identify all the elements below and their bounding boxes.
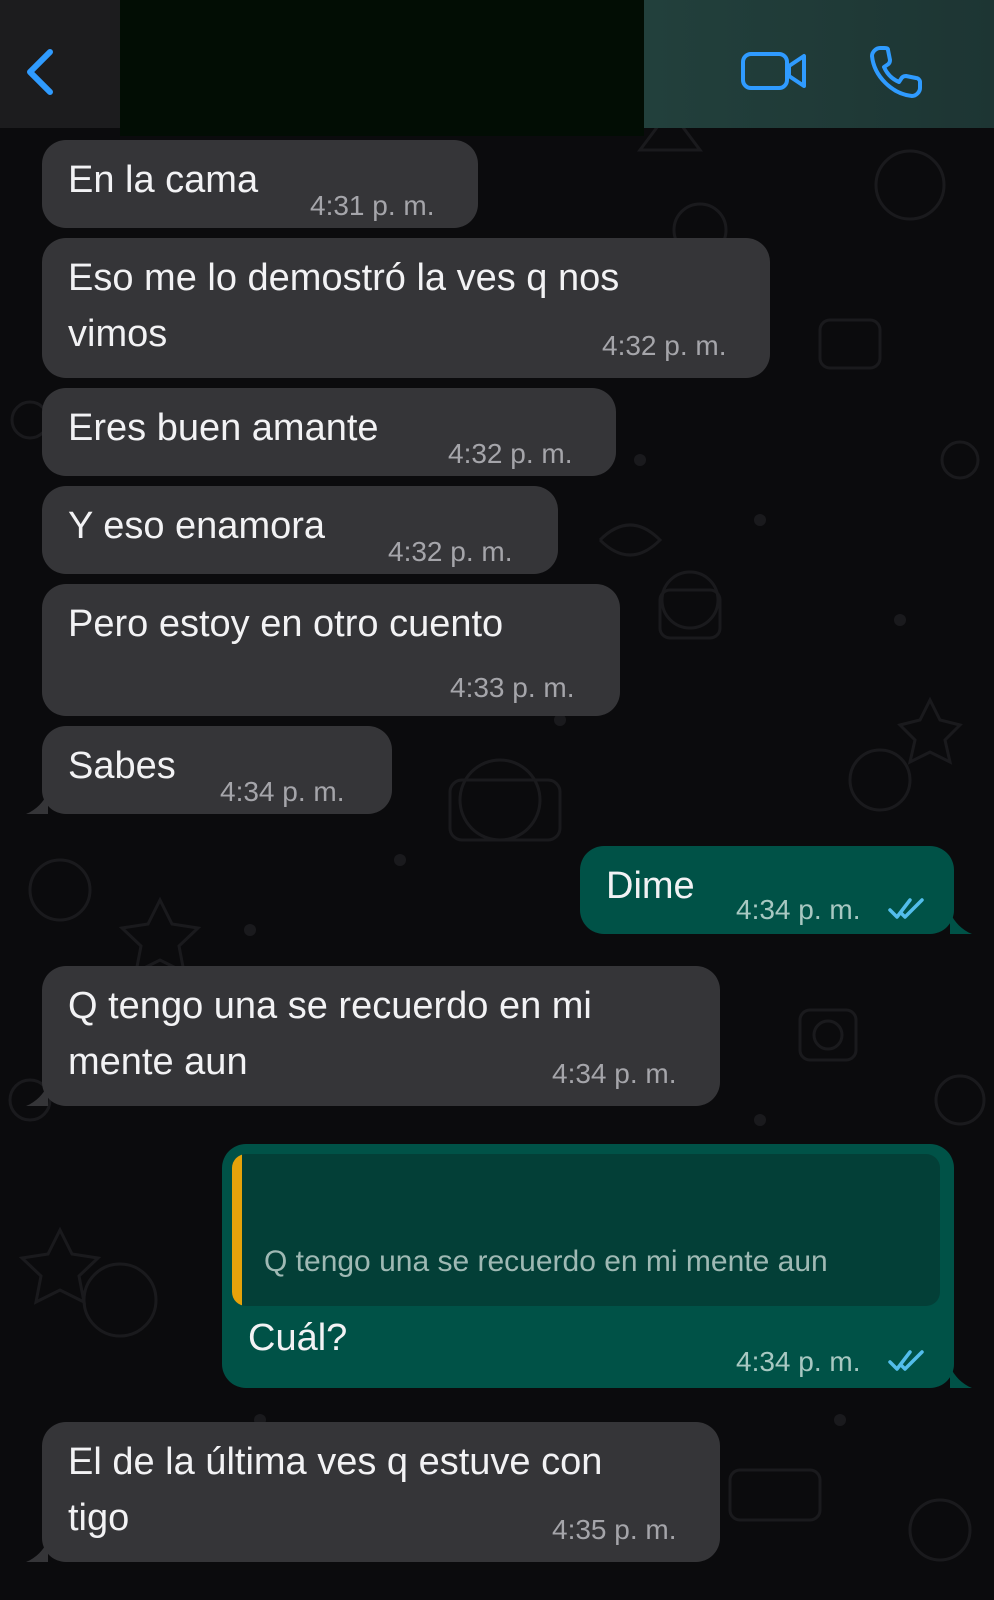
message-text: El de la última ves q estuve con tigo — [68, 1441, 603, 1539]
incoming-message[interactable]: En la cama 4:31 p. m. — [42, 140, 478, 228]
double-check-read-icon — [888, 1350, 924, 1371]
quoted-text: Q tengo una se recuerdo en mi mente aun — [264, 1245, 828, 1278]
message-list[interactable]: En la cama 4:31 p. m. Eso me lo demostró… — [0, 128, 994, 1600]
chat-header — [0, 0, 994, 136]
incoming-message[interactable]: Eres buen amante 4:32 p. m. — [42, 388, 616, 476]
chevron-left-icon[interactable] — [18, 44, 62, 100]
message-time: 4:32 p. m. — [602, 330, 727, 361]
contact-info-redacted[interactable] — [120, 0, 644, 136]
message-time: 4:34 p. m. — [552, 1058, 677, 1089]
message-time: 4:34 p. m. — [736, 1346, 861, 1377]
chat-screen: En la cama 4:31 p. m. Eso me lo demostró… — [0, 0, 994, 1600]
bubble-tail — [950, 912, 972, 934]
outgoing-message[interactable]: Dime 4:34 p. m. — [580, 846, 954, 934]
double-check-read-icon — [888, 898, 924, 919]
bubble-tail — [26, 1084, 48, 1106]
message-text: En la cama — [68, 159, 259, 201]
outgoing-reply-message[interactable]: Q tengo una se recuerdo en mi mente aun … — [222, 1144, 954, 1388]
header-right-area — [644, 0, 994, 128]
quote-accent-bar — [232, 1154, 242, 1306]
message-text: Eres buen amante — [68, 407, 379, 449]
incoming-message[interactable]: Y eso enamora 4:32 p. m. — [42, 486, 558, 574]
message-text: Cuál? — [248, 1317, 348, 1359]
incoming-message[interactable]: Q tengo una se recuerdo en mi mente aun … — [42, 966, 720, 1106]
message-text: Eso me lo demostró la ves q nos vimos — [68, 257, 620, 355]
message-text: Dime — [606, 865, 695, 907]
message-time: 4:34 p. m. — [220, 776, 345, 807]
message-time: 4:35 p. m. — [552, 1514, 677, 1545]
bubble-tail — [950, 1366, 972, 1388]
incoming-message[interactable]: Sabes 4:34 p. m. — [42, 726, 392, 814]
message-text: Q tengo una se recuerdo en mi mente aun — [68, 985, 592, 1083]
message-time: 4:34 p. m. — [736, 894, 861, 925]
bubble-tail — [26, 792, 48, 814]
message-text: Pero estoy en otro cuento — [68, 603, 504, 645]
message-time: 4:31 p. m. — [310, 190, 435, 221]
incoming-message[interactable]: El de la última ves q estuve con tigo 4:… — [42, 1422, 720, 1562]
incoming-message[interactable]: Eso me lo demostró la ves q nos vimos 4:… — [42, 238, 770, 378]
message-text: Y eso enamora — [68, 505, 326, 547]
phone-icon[interactable] — [868, 42, 926, 100]
video-camera-icon[interactable] — [740, 46, 808, 96]
message-time: 4:32 p. m. — [448, 438, 573, 469]
message-time: 4:33 p. m. — [450, 672, 575, 703]
message-time: 4:32 p. m. — [388, 536, 513, 567]
bubble-tail — [26, 1540, 48, 1562]
quoted-message[interactable]: Q tengo una se recuerdo en mi mente aun — [232, 1154, 940, 1306]
message-text: Sabes — [68, 745, 176, 787]
incoming-message[interactable]: Pero estoy en otro cuento 4:33 p. m. — [42, 584, 620, 716]
